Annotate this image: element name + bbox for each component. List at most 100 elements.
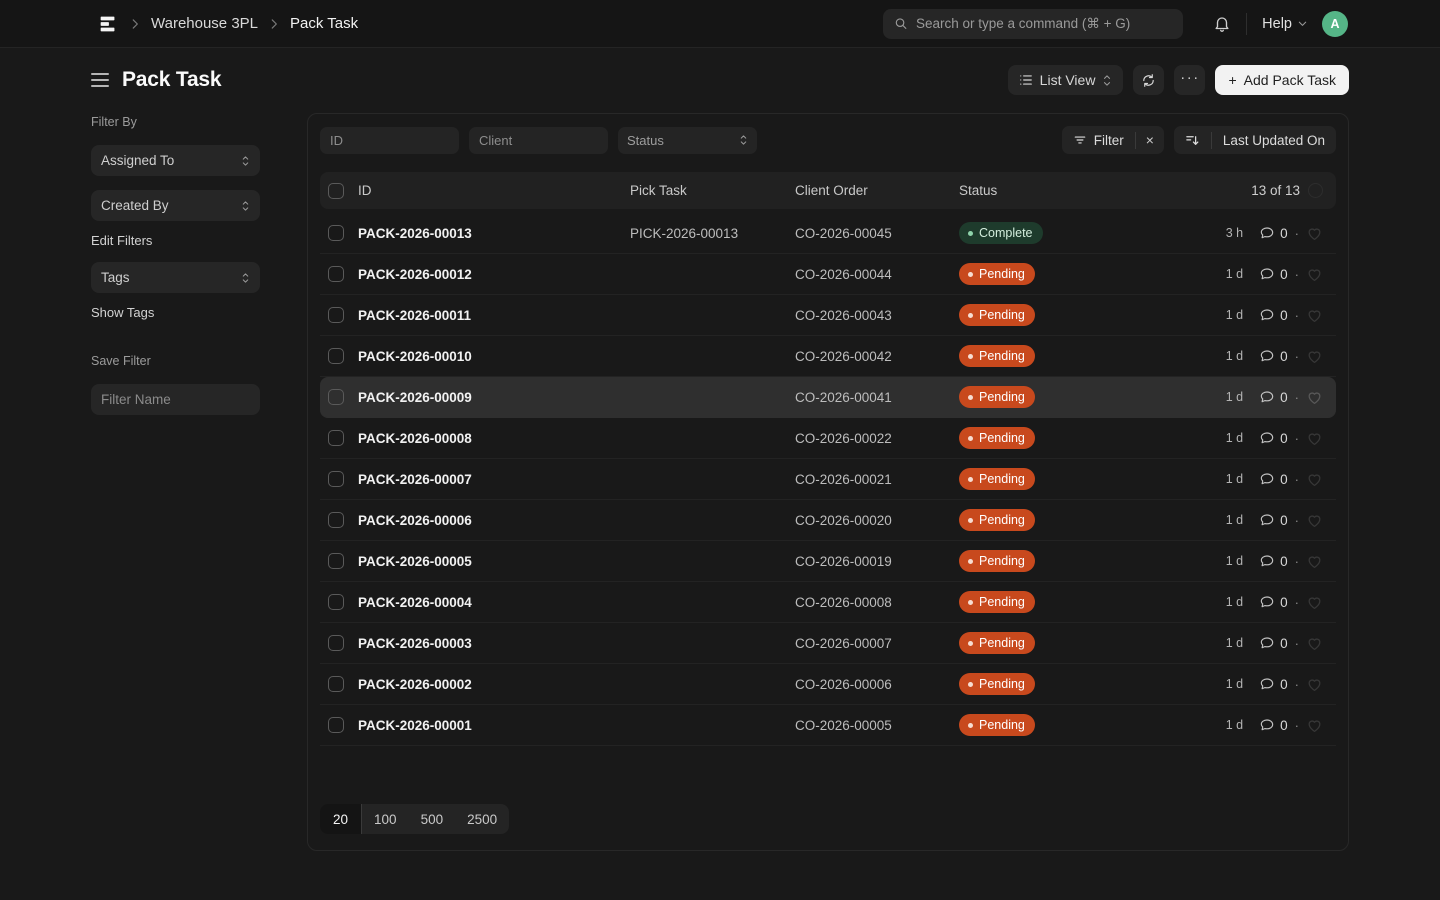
breadcrumb-workspace[interactable]: Warehouse 3PL bbox=[151, 15, 258, 32]
row-checkbox[interactable] bbox=[328, 553, 344, 569]
heart-icon[interactable] bbox=[1306, 430, 1323, 447]
row-comments-button[interactable]: 0 bbox=[1259, 635, 1288, 651]
table-row[interactable]: PACK-2026-00003 CO-2026-00007 Pending 1 … bbox=[320, 623, 1336, 664]
row-comments-button[interactable]: 0 bbox=[1259, 553, 1288, 569]
edit-filters-link[interactable]: Edit Filters bbox=[91, 233, 260, 248]
heart-icon[interactable] bbox=[1306, 635, 1323, 652]
show-tags-link[interactable]: Show Tags bbox=[91, 305, 260, 320]
row-checkbox[interactable] bbox=[328, 225, 344, 241]
row-comments-button[interactable]: 0 bbox=[1259, 430, 1288, 446]
row-checkbox[interactable] bbox=[328, 430, 344, 446]
sidebar-toggle-icon[interactable] bbox=[91, 73, 109, 87]
page-size-2500-button[interactable]: 2500 bbox=[455, 804, 509, 834]
id-filter-input[interactable] bbox=[320, 127, 459, 154]
row-id-link[interactable]: PACK-2026-00002 bbox=[358, 677, 630, 692]
count-circle-icon[interactable] bbox=[1308, 183, 1323, 198]
view-switcher-button[interactable]: List View bbox=[1008, 65, 1124, 95]
page-size-20-button[interactable]: 20 bbox=[320, 804, 362, 834]
more-options-button[interactable]: ··· bbox=[1174, 65, 1205, 95]
row-checkbox[interactable] bbox=[328, 635, 344, 651]
table-row[interactable]: PACK-2026-00009 CO-2026-00041 Pending 1 … bbox=[320, 377, 1336, 418]
table-row[interactable]: PACK-2026-00001 CO-2026-00005 Pending 1 … bbox=[320, 705, 1336, 746]
notifications-bell-button[interactable] bbox=[1213, 15, 1231, 33]
table-row[interactable]: PACK-2026-00002 CO-2026-00006 Pending 1 … bbox=[320, 664, 1336, 705]
table-row[interactable]: PACK-2026-00012 CO-2026-00044 Pending 1 … bbox=[320, 254, 1336, 295]
select-all-checkbox[interactable] bbox=[328, 183, 344, 199]
heart-icon[interactable] bbox=[1306, 471, 1323, 488]
page-size-500-button[interactable]: 500 bbox=[409, 804, 456, 834]
row-id-link[interactable]: PACK-2026-00001 bbox=[358, 718, 630, 733]
sort-direction-button[interactable] bbox=[1174, 126, 1211, 154]
row-checkbox[interactable] bbox=[328, 717, 344, 733]
column-header-status[interactable]: Status bbox=[959, 183, 1251, 198]
heart-icon[interactable] bbox=[1306, 676, 1323, 693]
app-logo-icon[interactable] bbox=[97, 13, 119, 35]
tags-select[interactable]: Tags bbox=[91, 262, 260, 293]
row-comments-button[interactable]: 0 bbox=[1259, 266, 1288, 282]
heart-icon[interactable] bbox=[1306, 266, 1323, 283]
row-checkbox[interactable] bbox=[328, 471, 344, 487]
heart-icon[interactable] bbox=[1306, 307, 1323, 324]
row-comments-button[interactable]: 0 bbox=[1259, 307, 1288, 323]
row-comments-button[interactable]: 0 bbox=[1259, 225, 1288, 241]
row-checkbox[interactable] bbox=[328, 307, 344, 323]
row-checkbox[interactable] bbox=[328, 594, 344, 610]
global-search[interactable] bbox=[883, 9, 1183, 39]
sort-by-button[interactable]: Last Updated On bbox=[1212, 126, 1336, 154]
table-row[interactable]: PACK-2026-00006 CO-2026-00020 Pending 1 … bbox=[320, 500, 1336, 541]
row-id-link[interactable]: PACK-2026-00006 bbox=[358, 513, 630, 528]
heart-icon[interactable] bbox=[1306, 594, 1323, 611]
table-row[interactable]: PACK-2026-00004 CO-2026-00008 Pending 1 … bbox=[320, 582, 1336, 623]
row-comments-button[interactable]: 0 bbox=[1259, 512, 1288, 528]
row-comments-button[interactable]: 0 bbox=[1259, 717, 1288, 733]
row-comments-button[interactable]: 0 bbox=[1259, 348, 1288, 364]
row-id-link[interactable]: PACK-2026-00011 bbox=[358, 308, 630, 323]
row-checkbox[interactable] bbox=[328, 389, 344, 405]
row-id-link[interactable]: PACK-2026-00010 bbox=[358, 349, 630, 364]
heart-icon[interactable] bbox=[1306, 225, 1323, 242]
filter-button[interactable]: Filter bbox=[1062, 126, 1135, 154]
client-filter-input[interactable] bbox=[469, 127, 608, 154]
table-row[interactable]: PACK-2026-00013 PICK-2026-00013 CO-2026-… bbox=[320, 213, 1336, 254]
row-id-link[interactable]: PACK-2026-00007 bbox=[358, 472, 630, 487]
table-row[interactable]: PACK-2026-00011 CO-2026-00043 Pending 1 … bbox=[320, 295, 1336, 336]
result-count[interactable]: 13 of 13 bbox=[1251, 183, 1300, 198]
row-id-link[interactable]: PACK-2026-00004 bbox=[358, 595, 630, 610]
refresh-button[interactable] bbox=[1133, 65, 1164, 95]
row-comments-button[interactable]: 0 bbox=[1259, 676, 1288, 692]
user-avatar[interactable]: A bbox=[1322, 11, 1348, 37]
help-menu-button[interactable]: Help bbox=[1262, 16, 1308, 32]
column-header-id[interactable]: ID bbox=[358, 183, 630, 198]
row-checkbox[interactable] bbox=[328, 266, 344, 282]
heart-icon[interactable] bbox=[1306, 512, 1323, 529]
status-filter-select[interactable]: Status bbox=[618, 127, 757, 154]
row-id-link[interactable]: PACK-2026-00008 bbox=[358, 431, 630, 446]
clear-filter-button[interactable]: × bbox=[1136, 126, 1164, 154]
table-row[interactable]: PACK-2026-00008 CO-2026-00022 Pending 1 … bbox=[320, 418, 1336, 459]
row-id-link[interactable]: PACK-2026-00013 bbox=[358, 226, 630, 241]
search-input[interactable] bbox=[916, 16, 1172, 31]
column-header-client-order[interactable]: Client Order bbox=[795, 183, 959, 198]
row-comments-button[interactable]: 0 bbox=[1259, 471, 1288, 487]
row-checkbox[interactable] bbox=[328, 348, 344, 364]
breadcrumb-current-page[interactable]: Pack Task bbox=[290, 15, 358, 32]
row-id-link[interactable]: PACK-2026-00012 bbox=[358, 267, 630, 282]
row-id-link[interactable]: PACK-2026-00003 bbox=[358, 636, 630, 651]
row-id-link[interactable]: PACK-2026-00009 bbox=[358, 390, 630, 405]
assigned-to-select[interactable]: Assigned To bbox=[91, 145, 260, 176]
row-checkbox[interactable] bbox=[328, 676, 344, 692]
row-id-link[interactable]: PACK-2026-00005 bbox=[358, 554, 630, 569]
heart-icon[interactable] bbox=[1306, 553, 1323, 570]
row-comments-button[interactable]: 0 bbox=[1259, 389, 1288, 405]
add-pack-task-button[interactable]: + Add Pack Task bbox=[1215, 65, 1349, 95]
heart-icon[interactable] bbox=[1306, 389, 1323, 406]
heart-icon[interactable] bbox=[1306, 348, 1323, 365]
created-by-select[interactable]: Created By bbox=[91, 190, 260, 221]
table-row[interactable]: PACK-2026-00010 CO-2026-00042 Pending 1 … bbox=[320, 336, 1336, 377]
table-row[interactable]: PACK-2026-00007 CO-2026-00021 Pending 1 … bbox=[320, 459, 1336, 500]
row-comments-button[interactable]: 0 bbox=[1259, 594, 1288, 610]
heart-icon[interactable] bbox=[1306, 717, 1323, 734]
page-size-100-button[interactable]: 100 bbox=[362, 804, 409, 834]
column-header-pick-task[interactable]: Pick Task bbox=[630, 183, 795, 198]
filter-name-input[interactable] bbox=[91, 384, 260, 415]
